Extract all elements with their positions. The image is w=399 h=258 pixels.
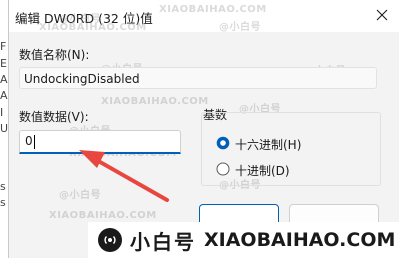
watermark-handle: @小白号 xyxy=(219,22,261,33)
edge-letter: A xyxy=(0,73,8,86)
value-data-text: 0 xyxy=(25,134,33,148)
edge-letter: I xyxy=(0,106,4,119)
value-name-label: 数值名称(N): xyxy=(19,48,90,62)
banner-brand-cn: 小白号 xyxy=(130,229,196,254)
radio-decimal-label: 十进制(D) xyxy=(235,164,290,178)
watermark-site: XIAOBAIHAO.COM xyxy=(39,22,147,33)
radio-selected-icon xyxy=(216,135,230,154)
edge-letter: U xyxy=(0,122,9,135)
edit-dword-dialog: 编辑 DWORD (32 位)值 @小白号 XIAOBAIHAO.COM XIA… xyxy=(8,0,399,258)
edge-letter: s xyxy=(0,196,6,209)
edge-letter: E xyxy=(0,57,7,70)
base-group: 十六进制(H) 十进制(D) xyxy=(201,112,381,186)
edge-letter: F xyxy=(0,40,7,53)
radio-unselected-icon xyxy=(216,161,230,180)
radio-decimal[interactable]: 十进制(D) xyxy=(216,161,290,180)
banner-brand-en: XIAOBAIHAO.COM xyxy=(204,229,396,251)
red-arrow-annotation xyxy=(79,150,169,202)
text-caret xyxy=(33,134,35,149)
value-data-label: 数值数据(V): xyxy=(19,110,89,124)
watermark-banner: 小白号 XIAOBAIHAO.COM xyxy=(88,222,399,258)
close-icon xyxy=(376,6,388,25)
value-name-text: UndockingDisabled xyxy=(24,72,140,86)
radio-hexadecimal-label: 十六进制(H) xyxy=(235,138,302,152)
broadcast-icon xyxy=(98,228,122,252)
radio-hexadecimal[interactable]: 十六进制(H) xyxy=(216,135,301,154)
watermark-site: XIAOBAIHAO.COM xyxy=(159,4,267,15)
watermark-site: XIAOBAIHAO.COM xyxy=(101,96,209,107)
value-name-field[interactable]: UndockingDisabled xyxy=(19,67,377,89)
close-button[interactable] xyxy=(368,2,396,28)
edge-letter: s xyxy=(0,180,6,193)
edge-letter: A xyxy=(0,89,8,102)
